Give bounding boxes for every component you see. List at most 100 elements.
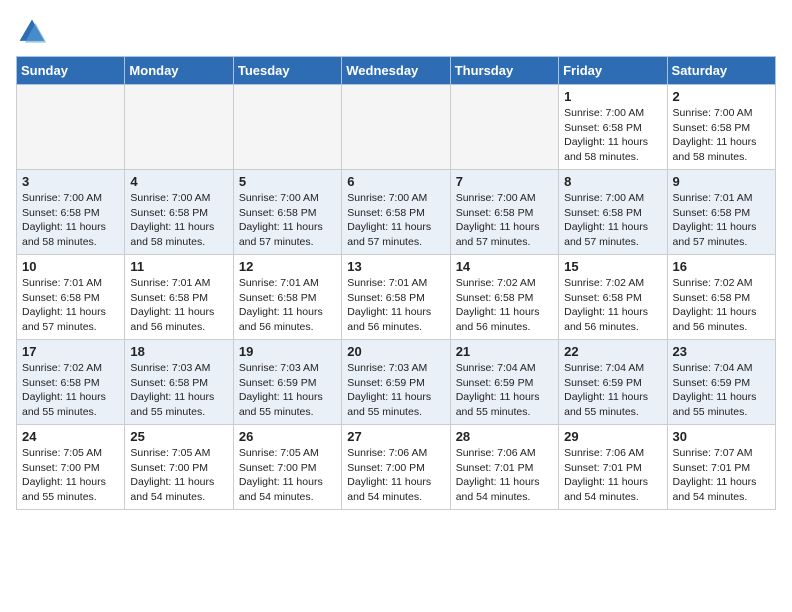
day-cell-26: 26 Sunrise: 7:05 AM Sunset: 7:00 PM Dayli…	[233, 425, 341, 510]
day-cell-15: 15 Sunrise: 7:02 AM Sunset: 6:58 PM Dayli…	[559, 255, 667, 340]
day-info: Sunrise: 7:07 AM Sunset: 7:01 PM Dayligh…	[673, 446, 770, 505]
day-cell-9: 9 Sunrise: 7:01 AM Sunset: 6:58 PM Daylig…	[667, 170, 775, 255]
week-row-2: 3Sunrise: 7:00 AM Sunset: 6:58 PM Daylig…	[17, 170, 776, 255]
weekday-header-sunday: Sunday	[17, 57, 125, 85]
day-info: Sunrise: 7:01 AM Sunset: 6:58 PM Dayligh…	[673, 191, 770, 250]
day-number: 21	[456, 344, 553, 359]
week-row-4: 17 Sunrise: 7:02 AM Sunset: 6:58 PM Dayli…	[17, 340, 776, 425]
day-number: 29	[564, 429, 661, 444]
empty-cell	[233, 85, 341, 170]
day-cell-4: 4Sunrise: 7:00 AM Sunset: 6:58 PM Daylig…	[125, 170, 233, 255]
weekday-header-wednesday: Wednesday	[342, 57, 450, 85]
day-info: Sunrise: 7:00 AM Sunset: 6:58 PM Dayligh…	[673, 106, 770, 165]
day-info: Sunrise: 7:00 AM Sunset: 6:58 PM Dayligh…	[239, 191, 336, 250]
page: SundayMondayTuesdayWednesdayThursdayFrid…	[0, 0, 792, 526]
day-number: 5	[239, 174, 336, 189]
day-info: Sunrise: 7:00 AM Sunset: 6:58 PM Dayligh…	[130, 191, 227, 250]
day-number: 6	[347, 174, 444, 189]
logo-icon	[16, 16, 48, 48]
day-number: 8	[564, 174, 661, 189]
day-info: Sunrise: 7:00 AM Sunset: 6:58 PM Dayligh…	[564, 191, 661, 250]
day-info: Sunrise: 7:04 AM Sunset: 6:59 PM Dayligh…	[564, 361, 661, 420]
day-cell-6: 6 Sunrise: 7:00 AM Sunset: 6:58 PM Daylig…	[342, 170, 450, 255]
day-cell-11: 11 Sunrise: 7:01 AM Sunset: 6:58 PM Dayli…	[125, 255, 233, 340]
day-number: 22	[564, 344, 661, 359]
day-cell-12: 12 Sunrise: 7:01 AM Sunset: 6:58 PM Dayli…	[233, 255, 341, 340]
day-info: Sunrise: 7:00 AM Sunset: 6:58 PM Dayligh…	[456, 191, 553, 250]
day-number: 13	[347, 259, 444, 274]
day-info: Sunrise: 7:00 AM Sunset: 6:58 PM Dayligh…	[564, 106, 661, 165]
day-info: Sunrise: 7:02 AM Sunset: 6:58 PM Dayligh…	[22, 361, 119, 420]
day-cell-22: 22 Sunrise: 7:04 AM Sunset: 6:59 PM Dayli…	[559, 340, 667, 425]
day-cell-2: 2 Sunrise: 7:00 AM Sunset: 6:58 PM Daylig…	[667, 85, 775, 170]
day-cell-20: 20 Sunrise: 7:03 AM Sunset: 6:59 PM Dayli…	[342, 340, 450, 425]
day-number: 16	[673, 259, 770, 274]
day-cell-17: 17 Sunrise: 7:02 AM Sunset: 6:58 PM Dayli…	[17, 340, 125, 425]
day-info: Sunrise: 7:01 AM Sunset: 6:58 PM Dayligh…	[22, 276, 119, 335]
day-info: Sunrise: 7:01 AM Sunset: 6:58 PM Dayligh…	[130, 276, 227, 335]
day-cell-30: 30 Sunrise: 7:07 AM Sunset: 7:01 PM Dayli…	[667, 425, 775, 510]
day-cell-1: 1 Sunrise: 7:00 AM Sunset: 6:58 PM Daylig…	[559, 85, 667, 170]
day-number: 11	[130, 259, 227, 274]
week-row-1: 1 Sunrise: 7:00 AM Sunset: 6:58 PM Daylig…	[17, 85, 776, 170]
day-info: Sunrise: 7:03 AM Sunset: 6:59 PM Dayligh…	[239, 361, 336, 420]
day-number: 2	[673, 89, 770, 104]
day-number: 26	[239, 429, 336, 444]
weekday-header-monday: Monday	[125, 57, 233, 85]
weekday-header-friday: Friday	[559, 57, 667, 85]
day-info: Sunrise: 7:04 AM Sunset: 6:59 PM Dayligh…	[673, 361, 770, 420]
day-number: 12	[239, 259, 336, 274]
day-info: Sunrise: 7:05 AM Sunset: 7:00 PM Dayligh…	[239, 446, 336, 505]
day-cell-28: 28 Sunrise: 7:06 AM Sunset: 7:01 PM Dayli…	[450, 425, 558, 510]
day-cell-21: 21Sunrise: 7:04 AM Sunset: 6:59 PM Dayli…	[450, 340, 558, 425]
day-number: 14	[456, 259, 553, 274]
day-number: 1	[564, 89, 661, 104]
day-number: 19	[239, 344, 336, 359]
weekday-header-tuesday: Tuesday	[233, 57, 341, 85]
weekday-header-saturday: Saturday	[667, 57, 775, 85]
day-number: 28	[456, 429, 553, 444]
day-cell-8: 8 Sunrise: 7:00 AM Sunset: 6:58 PM Daylig…	[559, 170, 667, 255]
day-info: Sunrise: 7:02 AM Sunset: 6:58 PM Dayligh…	[673, 276, 770, 335]
day-cell-18: 18 Sunrise: 7:03 AM Sunset: 6:58 PM Dayli…	[125, 340, 233, 425]
day-info: Sunrise: 7:00 AM Sunset: 6:58 PM Dayligh…	[22, 191, 119, 250]
day-cell-16: 16 Sunrise: 7:02 AM Sunset: 6:58 PM Dayli…	[667, 255, 775, 340]
day-info: Sunrise: 7:01 AM Sunset: 6:58 PM Dayligh…	[347, 276, 444, 335]
day-cell-3: 3Sunrise: 7:00 AM Sunset: 6:58 PM Daylig…	[17, 170, 125, 255]
day-number: 18	[130, 344, 227, 359]
day-info: Sunrise: 7:03 AM Sunset: 6:59 PM Dayligh…	[347, 361, 444, 420]
empty-cell	[342, 85, 450, 170]
day-cell-7: 7 Sunrise: 7:00 AM Sunset: 6:58 PM Daylig…	[450, 170, 558, 255]
day-number: 30	[673, 429, 770, 444]
day-info: Sunrise: 7:03 AM Sunset: 6:58 PM Dayligh…	[130, 361, 227, 420]
weekday-header-row: SundayMondayTuesdayWednesdayThursdayFrid…	[17, 57, 776, 85]
day-info: Sunrise: 7:01 AM Sunset: 6:58 PM Dayligh…	[239, 276, 336, 335]
day-number: 17	[22, 344, 119, 359]
day-cell-27: 27 Sunrise: 7:06 AM Sunset: 7:00 PM Dayli…	[342, 425, 450, 510]
day-cell-19: 19 Sunrise: 7:03 AM Sunset: 6:59 PM Dayli…	[233, 340, 341, 425]
day-number: 20	[347, 344, 444, 359]
day-number: 7	[456, 174, 553, 189]
day-info: Sunrise: 7:02 AM Sunset: 6:58 PM Dayligh…	[456, 276, 553, 335]
day-cell-29: 29 Sunrise: 7:06 AM Sunset: 7:01 PM Dayli…	[559, 425, 667, 510]
day-cell-5: 5 Sunrise: 7:00 AM Sunset: 6:58 PM Daylig…	[233, 170, 341, 255]
empty-cell	[17, 85, 125, 170]
day-info: Sunrise: 7:00 AM Sunset: 6:58 PM Dayligh…	[347, 191, 444, 250]
day-number: 15	[564, 259, 661, 274]
day-cell-13: 13 Sunrise: 7:01 AM Sunset: 6:58 PM Dayli…	[342, 255, 450, 340]
day-info: Sunrise: 7:02 AM Sunset: 6:58 PM Dayligh…	[564, 276, 661, 335]
day-cell-25: 25 Sunrise: 7:05 AM Sunset: 7:00 PM Dayli…	[125, 425, 233, 510]
day-number: 27	[347, 429, 444, 444]
day-number: 9	[673, 174, 770, 189]
day-number: 25	[130, 429, 227, 444]
day-info: Sunrise: 7:05 AM Sunset: 7:00 PM Dayligh…	[130, 446, 227, 505]
day-number: 24	[22, 429, 119, 444]
day-info: Sunrise: 7:05 AM Sunset: 7:00 PM Dayligh…	[22, 446, 119, 505]
day-info: Sunrise: 7:06 AM Sunset: 7:01 PM Dayligh…	[456, 446, 553, 505]
day-cell-23: 23Sunrise: 7:04 AM Sunset: 6:59 PM Dayli…	[667, 340, 775, 425]
day-info: Sunrise: 7:06 AM Sunset: 7:01 PM Dayligh…	[564, 446, 661, 505]
day-number: 10	[22, 259, 119, 274]
day-cell-14: 14 Sunrise: 7:02 AM Sunset: 6:58 PM Dayli…	[450, 255, 558, 340]
empty-cell	[125, 85, 233, 170]
day-info: Sunrise: 7:06 AM Sunset: 7:00 PM Dayligh…	[347, 446, 444, 505]
